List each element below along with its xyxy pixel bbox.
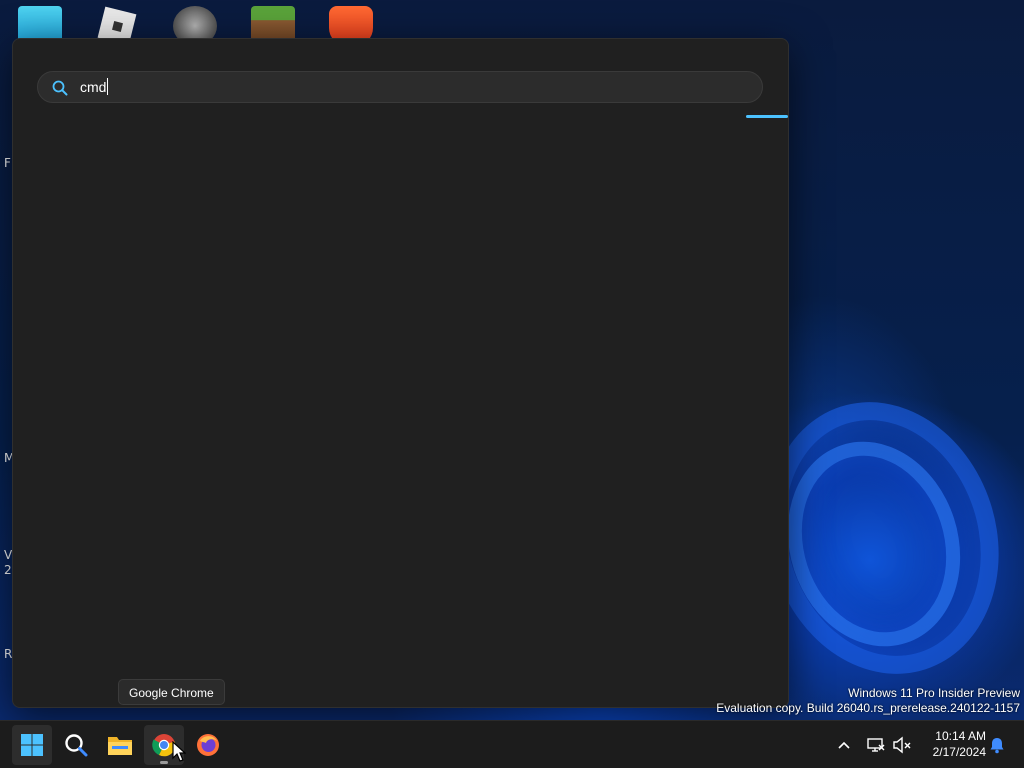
watermark-line-1: Windows 11 Pro Insider Preview [848,686,1020,700]
search-input-text: cmd [80,79,107,95]
desktop-icon-label: F [4,156,11,170]
loading-progress-bar [746,115,788,118]
clock-time: 10:14 AM [935,729,986,743]
system-clock[interactable]: 10:14 AM 2/17/2024 [920,728,986,760]
firefox-icon [197,734,219,756]
file-explorer-button[interactable] [100,725,140,765]
taskbar: 10:14 AM 2/17/2024 [0,720,1024,768]
volume-muted-icon[interactable] [892,735,912,755]
taskbar-tooltip: Google Chrome [118,679,225,705]
chevron-up-icon[interactable] [834,735,854,755]
taskbar-search-button[interactable] [56,725,96,765]
search-box[interactable]: cmd [37,71,763,103]
desktop-icon-label: V [4,548,13,562]
network-icon[interactable] [866,735,886,755]
folder-icon [108,737,132,755]
search-flyout: cmd [12,38,789,708]
running-indicator [160,761,168,764]
search-icon [65,734,88,757]
mouse-cursor-icon [172,741,186,762]
watermark-line-2: Evaluation copy. Build 26040.rs_prerelea… [716,701,1020,715]
firefox-taskbar-button[interactable] [188,725,228,765]
search-input[interactable]: cmd [80,72,740,102]
search-icon [52,80,68,96]
start-button[interactable] [12,725,52,765]
notification-bell-icon[interactable] [988,736,1006,754]
windows-start-icon [21,734,43,756]
clock-date: 2/17/2024 [932,745,986,759]
evaluation-watermark: Windows 11 Pro Insider Preview Evaluatio… [716,686,1020,716]
text-caret [107,78,109,95]
